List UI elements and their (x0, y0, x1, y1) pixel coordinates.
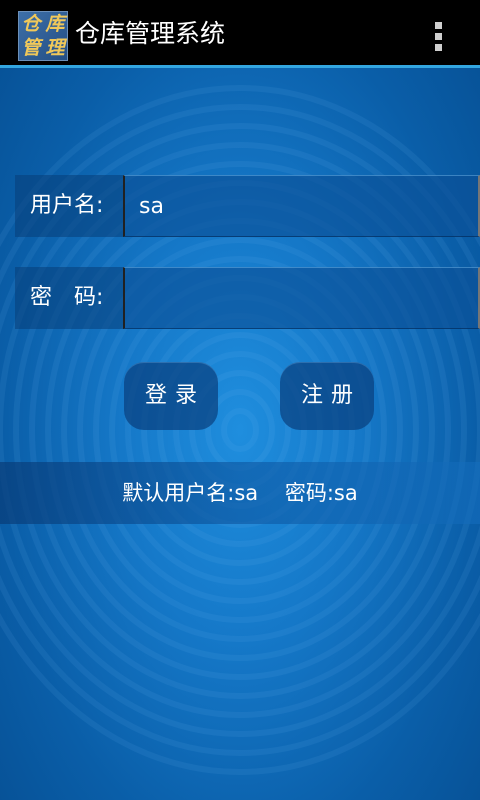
default-credentials-hint: 默认用户名:sa 密码:sa (0, 462, 480, 524)
app-logo-char: 理 (45, 36, 65, 59)
password-row: 密 码: (15, 267, 480, 329)
action-bar: 仓 库 管 理 仓库管理系统 (0, 0, 480, 68)
app-logo-icon: 仓 库 管 理 (18, 11, 68, 61)
password-label: 密 码: (15, 267, 123, 329)
app-logo-char: 管 (21, 36, 41, 59)
login-button[interactable]: 登录 (124, 362, 218, 430)
password-input[interactable] (123, 267, 480, 329)
username-label: 用户名: (15, 175, 123, 237)
app-logo-char: 库 (45, 12, 65, 35)
username-input[interactable] (123, 175, 480, 237)
overflow-menu-icon[interactable] (424, 16, 452, 56)
ripple-ring (221, 408, 259, 452)
username-row: 用户名: (15, 175, 480, 237)
ripple-ring (29, 180, 451, 680)
register-button[interactable]: 注册 (280, 362, 374, 430)
app-title: 仓库管理系统 (75, 19, 226, 48)
ripple-ring (13, 161, 467, 699)
app-logo-char: 仓 (21, 12, 41, 35)
login-screen: 仓 库 管 理 仓库管理系统 用户名: 密 码: 登录 注册 默认用户名:sa … (0, 0, 480, 800)
